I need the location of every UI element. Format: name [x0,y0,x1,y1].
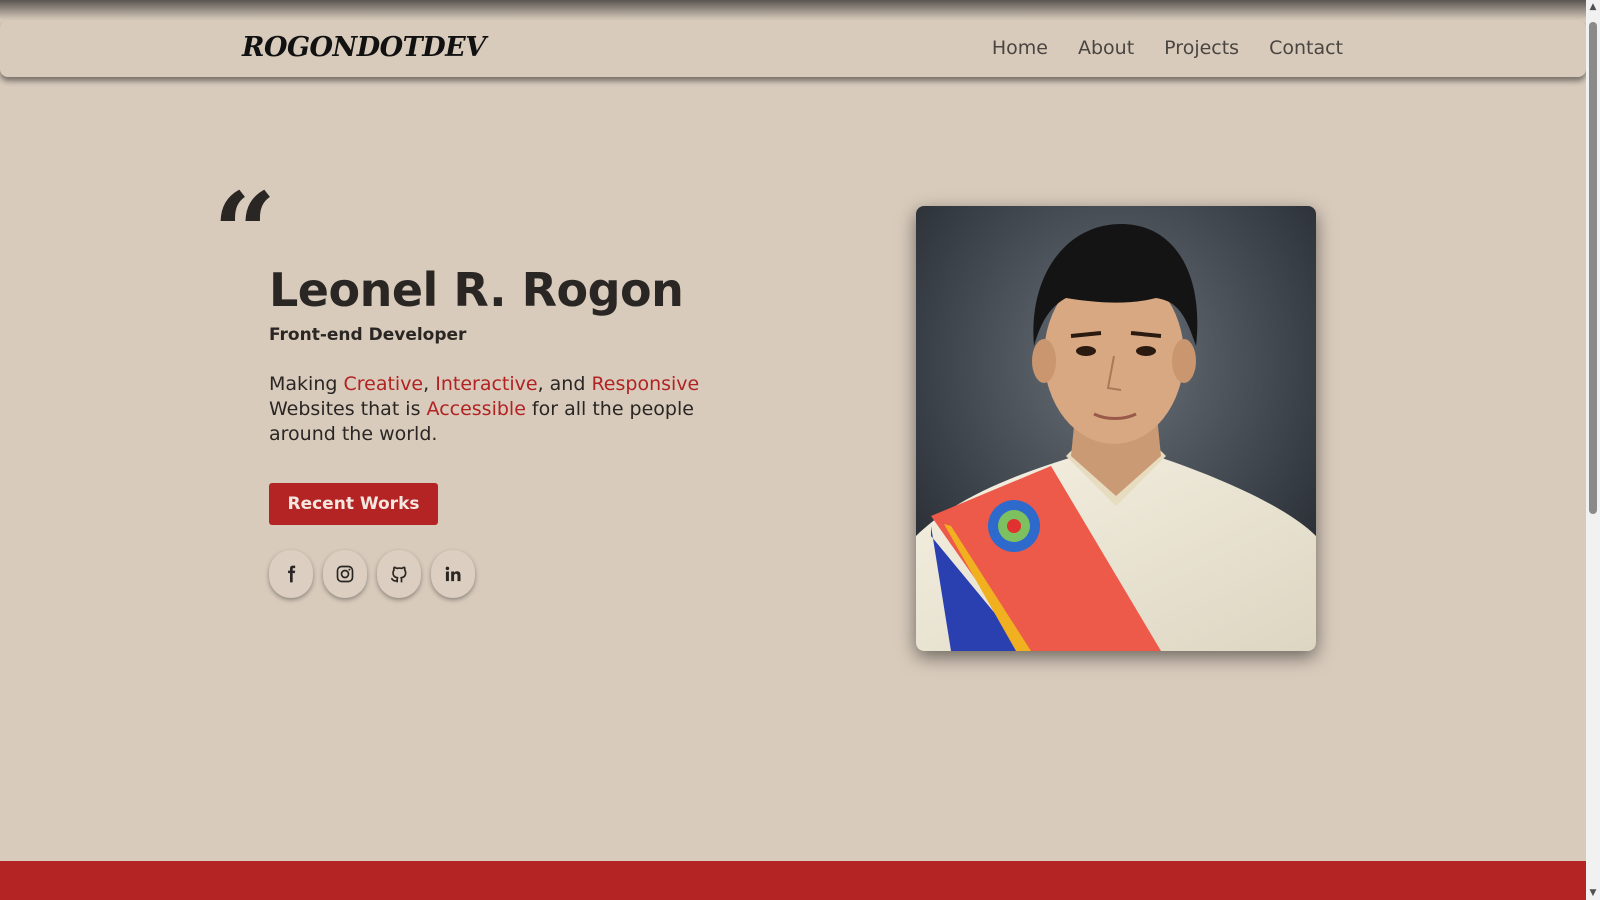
hero-tagline: Making Creative, Interactive, and Respon… [269,372,739,447]
scroll-up-arrow-icon[interactable]: ▲ [1588,2,1598,12]
tagline-text: , [423,373,436,395]
tagline-text: Websites that is [269,398,427,420]
scroll-thumb[interactable] [1589,22,1597,514]
navbar: ROGONDOTDEV Home About Projects Contact [0,20,1586,77]
social-links [269,550,475,598]
linkedin-icon [445,566,461,582]
tagline-text: , and [537,373,592,395]
tagline-creative: Creative [343,373,424,395]
top-edge [0,0,1586,20]
tagline-interactive: Interactive [435,373,538,395]
nav-projects[interactable]: Projects [1164,37,1239,59]
quote-mark: “ [213,168,277,297]
hero-name: Leonel R. Rogon [269,263,684,317]
github-link[interactable] [377,550,421,598]
logo[interactable]: ROGONDOTDEV [242,32,486,63]
scrollbar[interactable]: ▲ ▼ [1586,0,1600,900]
scroll-down-arrow-icon[interactable]: ▼ [1588,888,1598,898]
profile-photo [916,206,1316,651]
tagline-accessible: Accessible [426,398,526,420]
footer-bar [0,861,1586,900]
portrait-image [916,206,1316,651]
hero-role: Front-end Developer [269,325,467,345]
nav-home[interactable]: Home [992,37,1048,59]
instagram-icon [336,565,354,583]
facebook-icon [288,565,296,583]
page: ROGONDOTDEV Home About Projects Contact … [0,0,1600,900]
linkedin-link[interactable] [431,550,475,598]
nav-about[interactable]: About [1078,37,1134,59]
github-icon [390,566,407,583]
nav-links: Home About Projects Contact [992,37,1343,59]
recent-works-button[interactable]: Recent Works [269,483,438,525]
tagline-responsive: Responsive [591,373,700,395]
tagline-text: Making [269,373,344,395]
nav-contact[interactable]: Contact [1269,37,1343,59]
instagram-link[interactable] [323,550,367,598]
facebook-link[interactable] [269,550,313,598]
